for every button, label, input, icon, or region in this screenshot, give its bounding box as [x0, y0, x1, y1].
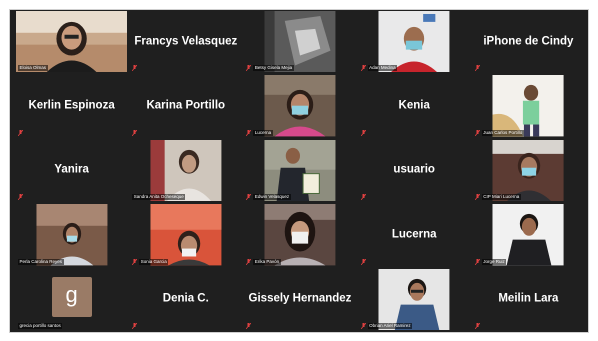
participant-tile-obrian-ariel-ramirez[interactable]: Obrian Ariel Ramirez: [358, 268, 470, 330]
participant-name: grecia portillo santos: [18, 323, 63, 329]
participant-video: [264, 11, 336, 73]
participant-tile-kenia[interactable]: Kenia: [358, 75, 470, 137]
participant-tile-adan-medina[interactable]: Adan Medina: [358, 11, 470, 73]
video-call-window: Eloisa Olmas Francys Velasquez Betsy Gis…: [9, 9, 589, 333]
mic-muted-icon: [18, 129, 23, 136]
participant-name: Juan Carlos Portillo: [481, 129, 524, 136]
mic-muted-icon: [246, 194, 252, 201]
participant-name: iPhone de Cindy: [483, 35, 574, 48]
participant-tile-sonia-garcia[interactable]: Sonia Garcia: [130, 204, 242, 266]
participant-name: Kerlin Espinoza: [28, 99, 115, 112]
mic-muted-icon: [246, 323, 252, 329]
participant-name: Perla Carolina Reyes: [18, 258, 64, 265]
participant-name: CIP Miari Lucerna: [481, 194, 521, 201]
mic-muted-icon: [132, 65, 138, 72]
participant-tile-gissely-hernandez[interactable]: Gissely Hernandez: [244, 268, 356, 330]
mic-muted-icon: [132, 258, 138, 265]
participant-name: Sandra Anita Ocheseque: [132, 194, 186, 201]
participant-name: Denia C.: [162, 292, 209, 305]
mic-muted-icon: [360, 258, 366, 265]
participant-tile-edwin-velasquez[interactable]: Edwin Velasquez: [244, 139, 356, 202]
participant-tile-cip-miari-lucerna[interactable]: CIP Miari Lucerna: [472, 139, 584, 202]
participant-tile-betsy-gisela-mejia[interactable]: Betsy Gisela Mejia: [244, 11, 356, 73]
participant-tile-meilin-lara[interactable]: Meilin Lara: [472, 268, 584, 330]
mic-muted-icon: [132, 129, 138, 136]
participant-video: [16, 11, 128, 73]
participant-video: [378, 11, 450, 73]
participant-video: [264, 139, 336, 202]
mic-muted-icon: [360, 194, 366, 201]
mic-muted-icon: [474, 194, 480, 201]
participant-video: [492, 139, 564, 202]
participant-tile-sandra-anita-ocheseque[interactable]: Sandra Anita Ocheseque: [130, 139, 242, 202]
participant-name: Yanira: [54, 163, 89, 176]
mic-muted-icon: [474, 129, 480, 136]
participant-tile-jorge-ruiz[interactable]: Jorge Ruiz: [472, 204, 584, 266]
participant-name: Eloisa Olmas: [18, 65, 48, 72]
participant-name: Lucerna: [253, 129, 273, 136]
participant-name: usuario: [393, 163, 435, 176]
participant-name: Betsy Gisela Mejia: [253, 65, 294, 72]
participant-tile-eloisa-olmas[interactable]: Eloisa Olmas: [16, 11, 128, 73]
mic-muted-icon: [360, 65, 366, 72]
participant-tile-grecia-portillo-santos[interactable]: g grecia portillo santos: [16, 268, 128, 330]
participant-name: Erika Pavón: [253, 258, 281, 265]
participant-name: Meilin Lara: [498, 292, 559, 305]
participant-name: Francys Velasquez: [134, 35, 238, 48]
mic-muted-icon: [360, 323, 366, 329]
participant-tile-perla-carolina-reyes[interactable]: Perla Carolina Reyes: [16, 204, 128, 266]
mic-muted-icon: [246, 129, 252, 136]
participant-name: Karina Portillo: [146, 99, 226, 112]
participant-tile-denia-c[interactable]: Denia C.: [130, 268, 242, 330]
participant-video: [36, 204, 108, 266]
mic-muted-icon: [246, 258, 252, 265]
participant-tile-iphone-de-cindy[interactable]: iPhone de Cindy: [472, 11, 584, 73]
participant-name: Jorge Ruiz: [481, 258, 507, 265]
mic-muted-icon: [360, 129, 366, 136]
participant-name: Obrian Ariel Ramirez: [367, 323, 413, 329]
participant-name: Sonia Garcia: [139, 258, 169, 265]
participant-video: [150, 139, 222, 202]
participant-grid: Eloisa Olmas Francys Velasquez Betsy Gis…: [16, 11, 584, 330]
participant-video: [150, 204, 222, 266]
mic-muted-icon: [474, 65, 480, 72]
participant-tile-erika-pavon[interactable]: Erika Pavón: [244, 204, 356, 266]
participant-name: Gissely Hernandez: [248, 292, 352, 305]
participant-name: Adan Medina: [367, 65, 398, 72]
participant-video: [264, 75, 336, 137]
mic-muted-icon: [474, 258, 480, 265]
participant-name: Edwin Velasquez: [253, 194, 291, 201]
participant-tile-yanira[interactable]: Yanira: [16, 139, 128, 202]
mic-muted-icon: [246, 65, 252, 72]
mic-muted-icon: [132, 323, 138, 329]
participant-name: Kenia: [398, 99, 430, 112]
participant-tile-karina-portillo[interactable]: Karina Portillo: [130, 75, 242, 137]
participant-tile-juan-carlos-portillo[interactable]: Juan Carlos Portillo: [472, 75, 584, 137]
participant-video: [492, 75, 564, 137]
participant-tile-usuario[interactable]: usuario: [358, 139, 470, 202]
avatar: g: [51, 277, 92, 318]
participant-tile-kerlin-espinoza[interactable]: Kerlin Espinoza: [16, 75, 128, 137]
participant-video: [378, 268, 450, 330]
participant-tile-lucerna-2[interactable]: Lucerna: [358, 204, 470, 266]
mic-muted-icon: [474, 323, 480, 329]
participant-video: [492, 204, 564, 266]
participant-tile-lucerna[interactable]: Lucerna: [244, 75, 356, 137]
participant-name: Lucerna: [391, 228, 437, 241]
participant-tile-francys-velasquez[interactable]: Francys Velasquez: [130, 11, 242, 73]
participant-video: [264, 204, 336, 266]
mic-muted-icon: [18, 194, 23, 201]
